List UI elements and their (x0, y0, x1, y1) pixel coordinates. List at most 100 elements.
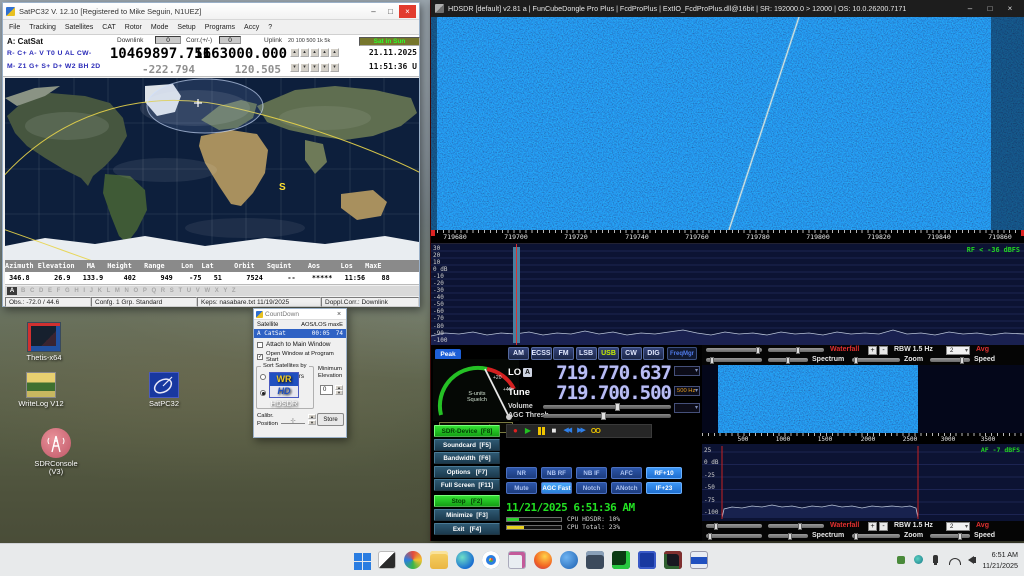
mode-ecss[interactable]: ECSS (531, 347, 552, 360)
sdr-device-button[interactable]: SDR-Device [F8] (434, 425, 500, 437)
desktop-icon-thetis[interactable]: Thetis-x64 (8, 322, 80, 362)
desktop-icon-hdsdr[interactable]: WR HD HDSDR (252, 372, 316, 408)
lo-frequency[interactable]: 719.770.637 (535, 362, 671, 384)
attach-checkbox-row[interactable]: Attach to Main Window (257, 341, 346, 348)
rbw-minus-button[interactable]: - (879, 522, 888, 531)
rewind-icon[interactable]: ◀◀ (563, 427, 570, 435)
afc-button[interactable]: AFC (611, 467, 642, 479)
mode-am[interactable]: AM (508, 347, 529, 360)
step-up-button[interactable]: ▴ (290, 48, 299, 57)
spectrum-lower-slider[interactable] (768, 534, 808, 538)
speed-slider[interactable] (930, 534, 970, 538)
taskbar-icon-satpc32[interactable] (638, 551, 656, 569)
close-icon[interactable]: × (334, 311, 344, 318)
step-up-button[interactable]: ▴ (330, 48, 339, 57)
step-down-button[interactable]: ▾ (310, 63, 319, 72)
af-spectrum[interactable]: 25 0 dB -25 -50 -75 -100 AF -7 dBFS (702, 444, 1024, 521)
pause-icon[interactable] (538, 427, 545, 435)
open-at-start-checkbox-row[interactable]: ✓ Open Window at Program Start (257, 351, 346, 363)
tray-icon-app1[interactable] (897, 556, 905, 564)
taskbar-icon-hdsdr[interactable] (690, 551, 708, 569)
menu-satellites[interactable]: Satellites (65, 24, 93, 31)
zoom-slider[interactable] (852, 358, 900, 362)
menu-tracking[interactable]: Tracking (29, 24, 56, 31)
if-plus23-button[interactable]: IF+23 (646, 482, 682, 494)
step-down-button[interactable]: ▾ (330, 63, 339, 72)
rf-waterfall[interactable] (431, 17, 1024, 230)
maximize-button[interactable]: □ (980, 2, 1000, 15)
desktop-icon-sdrconsole[interactable]: SDRConsole (V3) (20, 428, 92, 476)
menu-rotor[interactable]: Rotor (125, 24, 142, 31)
hdsdr-titlebar[interactable]: HDSDR [default] v2.81 a | FunCubeDongle … (431, 0, 1024, 17)
taskbar-icon-app-blue[interactable] (560, 551, 578, 569)
fast-forward-icon[interactable]: ▶▶ (577, 427, 584, 435)
taskbar-clock[interactable]: 6:51 AM 11/21/2025 (983, 549, 1018, 571)
agc-fast-button[interactable]: AGC Fast (541, 482, 572, 494)
mode-lsb[interactable]: LSB (576, 347, 597, 360)
options-button[interactable]: Options [F7] (434, 466, 500, 478)
minimize-button[interactable]: – (365, 5, 382, 18)
store-button[interactable]: Store (317, 413, 344, 426)
mute-button[interactable]: Mute (506, 482, 537, 494)
agc-slider-thumb[interactable] (601, 412, 606, 420)
close-button[interactable]: × (1000, 2, 1020, 15)
exit-button[interactable]: Exit [F4] (434, 523, 500, 535)
corr-value-box[interactable]: 0 (219, 36, 241, 44)
min-elevation-input[interactable]: 0 (320, 385, 333, 395)
minimize-app-button[interactable]: Minimize [F3] (434, 509, 500, 521)
menu-setup[interactable]: Setup (177, 24, 195, 31)
agc-dropdown[interactable]: ▾ (674, 403, 700, 413)
start-button[interactable] (352, 551, 370, 569)
calibr-up[interactable]: ▴ (308, 414, 316, 419)
waterfall-upper-slider[interactable] (706, 524, 762, 528)
snipping-tool-icon[interactable] (508, 551, 526, 569)
step-down-button[interactable]: ▾ (300, 63, 309, 72)
mode-usb[interactable]: USB (598, 347, 619, 360)
tune-frequency[interactable]: 719.700.500 (535, 382, 671, 404)
active-letter[interactable]: A (7, 287, 17, 295)
zoom-slider[interactable] (852, 534, 900, 538)
menu-file[interactable]: File (9, 24, 20, 31)
loop-icon[interactable]: OO (591, 428, 600, 435)
taskbar-icon-thetis[interactable] (664, 551, 682, 569)
satpc32-titlebar[interactable]: SatPC32 V. 12.10 [Registered to Mike Seg… (3, 3, 419, 20)
menu-help[interactable]: ? (268, 24, 272, 31)
desktop-icon-satpc32[interactable]: SatPC32 (132, 372, 196, 408)
open-at-start-checkbox[interactable]: ✓ (257, 354, 263, 360)
avg-dropdown[interactable]: 2▾ (946, 346, 970, 355)
taskbar-icon-copilot[interactable] (404, 551, 422, 569)
stop-icon[interactable]: ■ (552, 427, 557, 435)
soundcard-button[interactable]: Soundcard [F5] (434, 439, 500, 451)
spectrum-upper-slider[interactable] (706, 358, 762, 362)
waterfall-lower-slider[interactable] (768, 524, 824, 528)
waterfall-upper-slider[interactable] (706, 348, 762, 352)
mode-cw[interactable]: CW (621, 347, 642, 360)
speaker-icon[interactable] (968, 556, 974, 564)
tune-step-dropdown[interactable]: 500 Hz▾ (674, 386, 700, 396)
rbw-plus-button[interactable]: + (868, 346, 877, 355)
countdown-titlebar[interactable]: CountDown × (254, 309, 346, 320)
spectrum-lower-slider[interactable] (768, 358, 808, 362)
calibr-down[interactable]: ▾ (308, 420, 316, 425)
rbw-minus-button[interactable]: - (879, 346, 888, 355)
play-icon[interactable]: ▶ (525, 427, 531, 435)
position-slider[interactable]: -|- (281, 419, 305, 424)
speed-slider[interactable] (930, 358, 970, 362)
spectrum-upper-slider[interactable] (706, 534, 762, 538)
menu-cat[interactable]: CAT (102, 24, 115, 31)
step-up-button[interactable]: ▴ (300, 48, 309, 57)
mode-dig[interactable]: DIG (643, 347, 664, 360)
record-icon[interactable]: ● (513, 427, 518, 435)
countdown-satellite-row[interactable]: A CatSat 00:05 74 (254, 329, 346, 338)
waterfall-lower-slider[interactable] (768, 348, 824, 352)
menu-accy[interactable]: Accy (244, 24, 259, 31)
firefox-icon[interactable] (534, 551, 552, 569)
rbw-plus-button[interactable]: + (868, 522, 877, 531)
step-up-button[interactable]: ▴ (320, 48, 329, 57)
nb-rf-button[interactable]: NB RF (541, 467, 572, 479)
tray-icon-app2[interactable] (914, 555, 923, 564)
mode-fm[interactable]: FM (553, 347, 574, 360)
menu-programs[interactable]: Programs (205, 24, 235, 31)
agc-threshold-slider[interactable] (543, 414, 671, 418)
min-elevation-down[interactable]: ▾ (335, 390, 343, 395)
